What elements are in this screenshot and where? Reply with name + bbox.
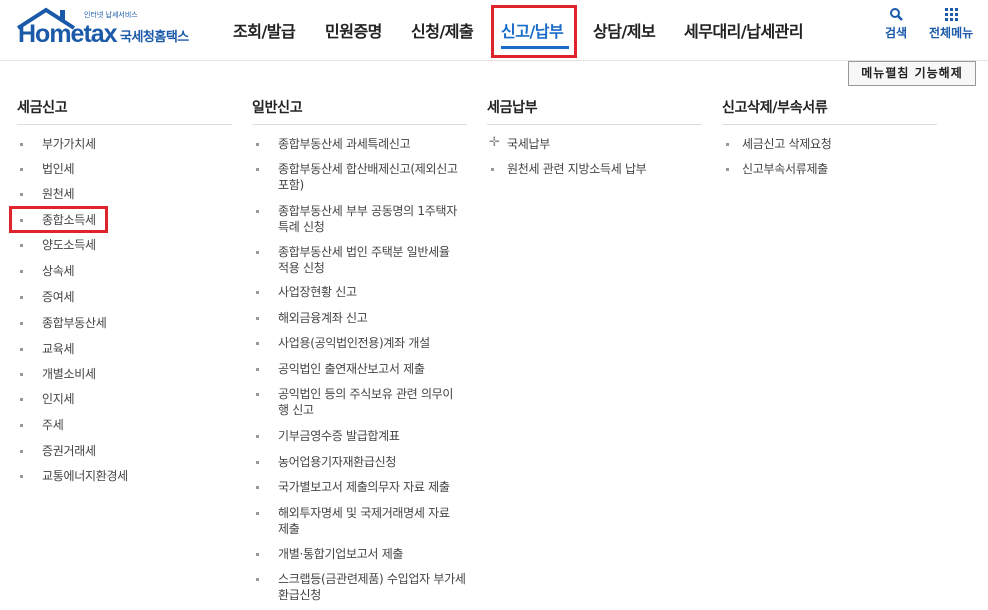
column-title: 세금신고 xyxy=(17,100,68,116)
column-title: 신고삭제/부속서류 xyxy=(722,100,828,116)
highlight-box-report-payment xyxy=(491,5,577,58)
column-title: 세금납부 xyxy=(487,100,538,116)
column-general-report: 일반신고 xyxy=(252,97,467,125)
divider xyxy=(487,124,702,125)
search-icon xyxy=(890,8,903,21)
top-header: 인터넷 납세서비스 Hometax 국세청홈택스 조회/발급 민원증명 신청/제… xyxy=(0,0,988,61)
logo-wordmark: Hometax xyxy=(18,20,118,48)
logo-tagline: 인터넷 납세서비스 xyxy=(84,11,138,19)
column-title: 일반신고 xyxy=(252,100,303,116)
divider xyxy=(17,124,232,125)
column-tax-payment: 세금납부 xyxy=(487,97,702,125)
logo-korean-name: 국세청홈택스 xyxy=(120,30,189,45)
highlight-box-income-tax xyxy=(9,206,108,233)
column-tax-report: 세금신고 xyxy=(17,97,232,125)
divider xyxy=(722,124,937,125)
search-button[interactable]: 검색 xyxy=(885,6,907,41)
menu-expand-toggle-button[interactable]: 메뉴펼침 기능해제 xyxy=(848,61,976,86)
column-delete-attachments: 신고삭제/부속서류 xyxy=(722,97,937,125)
plus-icon: ✛ xyxy=(489,135,500,150)
hometax-logo[interactable]: 인터넷 납세서비스 Hometax 국세청홈택스 xyxy=(16,6,206,48)
divider xyxy=(252,124,467,125)
all-menu-button[interactable]: 전체메뉴 xyxy=(929,6,973,41)
grid-menu-icon xyxy=(945,8,959,21)
